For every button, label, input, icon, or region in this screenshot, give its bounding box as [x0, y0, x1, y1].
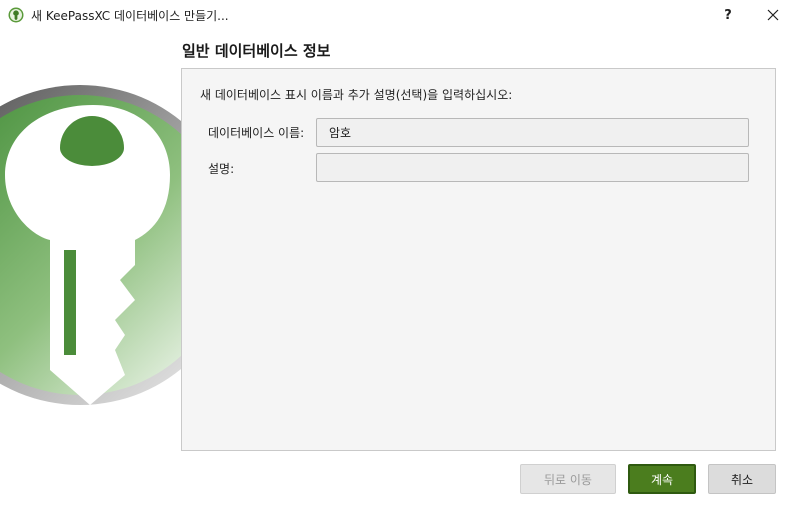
keepassxc-key-illustration — [0, 85, 200, 405]
close-button[interactable] — [750, 0, 796, 30]
description-input[interactable] — [316, 153, 749, 182]
page-title: 일반 데이터베이스 정보 — [182, 42, 331, 60]
window-title: 새 KeePassXC 데이터베이스 만들기... — [31, 9, 229, 23]
close-icon — [767, 9, 779, 21]
continue-button[interactable]: 계속 — [628, 464, 696, 494]
database-info-panel: 새 데이터베이스 표시 이름과 추가 설명(선택)을 입력하십시오: 데이터베이… — [181, 68, 776, 451]
database-name-label: 데이터베이스 이름: — [208, 126, 305, 140]
database-name-input[interactable] — [316, 118, 749, 147]
help-button[interactable]: ? — [706, 0, 750, 30]
keepassxc-logo-icon — [8, 7, 24, 23]
back-button[interactable]: 뒤로 이동 — [520, 464, 616, 494]
title-bar: 새 KeePassXC 데이터베이스 만들기... ? — [0, 0, 796, 30]
instruction-text: 새 데이터베이스 표시 이름과 추가 설명(선택)을 입력하십시오: — [200, 88, 513, 102]
description-label: 설명: — [208, 162, 235, 176]
cancel-button[interactable]: 취소 — [708, 464, 776, 494]
